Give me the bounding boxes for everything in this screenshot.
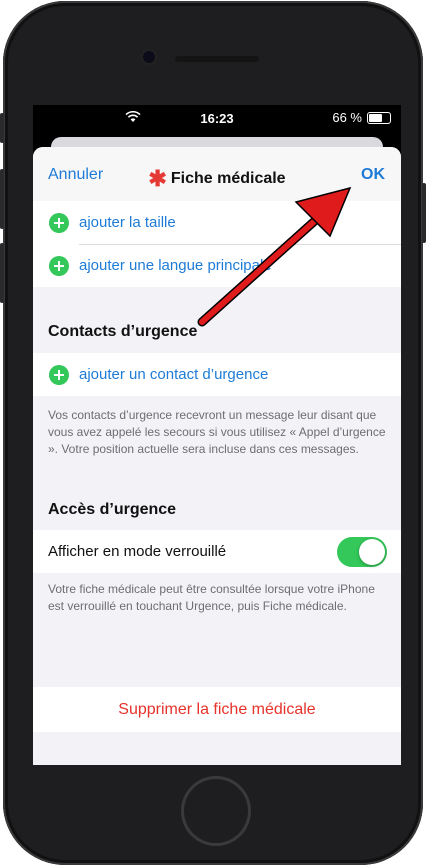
medical-info-group: ajouter la taille ajouter une langue pri… [33,201,401,287]
volume-down-button [0,243,4,303]
phone-frame: 16:23 66 % Annuler ✱ Fiche médicale OK aj… [0,1,426,865]
add-height-label: ajouter la taille [79,214,176,231]
toggle-knob [359,539,385,565]
add-icon [49,364,69,385]
emergency-contacts-header: Contacts d’urgence [48,323,198,340]
emergency-access-group: Afficher en mode verrouillé [33,530,401,573]
nav-bar: Annuler ✱ Fiche médicale OK [33,147,401,202]
battery-percent: 66 % [332,110,362,125]
emergency-access-footnote: Votre fiche médicale peut être consultée… [48,582,375,613]
medical-star-icon: ✱ [148,166,167,191]
battery-indicator: 66 % [332,110,391,125]
battery-icon [367,111,391,124]
add-emergency-contact-row[interactable]: ajouter un contact d’urgence [33,353,401,396]
emergency-contacts-footnote: Vos contacts d’urgence recevront un mess… [48,408,386,456]
power-button [422,183,426,243]
delete-medical-id-button[interactable]: Supprimer la fiche médicale [33,701,401,719]
show-when-locked-row: Afficher en mode verrouillé [33,530,401,573]
mute-switch [0,113,4,143]
show-when-locked-label: Afficher en mode verrouillé [48,543,227,560]
volume-up-button [0,169,4,229]
front-camera [143,51,155,63]
add-language-row[interactable]: ajouter une langue principale [33,244,401,287]
emergency-access-header: Accès d’urgence [48,501,177,518]
delete-group: Supprimer la fiche médicale [33,687,401,732]
earpiece-speaker [175,56,259,62]
medical-id-sheet: Annuler ✱ Fiche médicale OK ajouter la ta… [33,147,401,765]
add-height-row[interactable]: ajouter la taille [33,201,401,244]
status-bar: 16:23 66 % [33,105,401,131]
add-icon [49,212,69,233]
show-when-locked-toggle[interactable] [337,537,387,567]
row-divider [79,244,401,245]
page-title-text: Fiche médicale [170,170,286,187]
add-icon [49,255,69,276]
add-emergency-contact-label: ajouter un contact d’urgence [79,366,269,383]
ok-button[interactable]: OK [361,166,385,184]
home-button[interactable] [184,779,248,843]
screen: 16:23 66 % Annuler ✱ Fiche médicale OK aj… [33,105,401,765]
page-title: ✱ Fiche médicale [33,166,401,192]
add-language-label: ajouter une langue principale [79,257,272,274]
emergency-contacts-group: ajouter un contact d’urgence [33,353,401,396]
